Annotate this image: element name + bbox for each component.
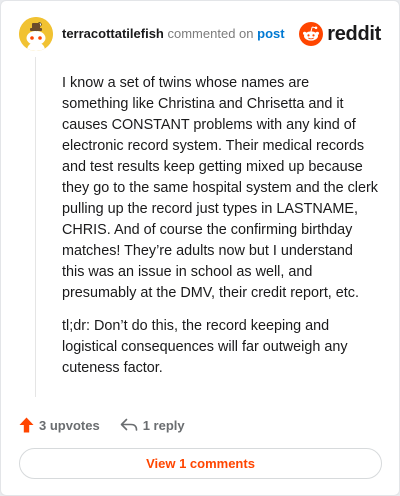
- comment-meta: terracottatilefish commented on post: [62, 26, 285, 41]
- upvote-button[interactable]: 3 upvotes: [19, 417, 100, 433]
- reddit-logo[interactable]: reddit: [299, 21, 381, 47]
- brand-name: reddit: [327, 22, 381, 45]
- action-text: commented on: [167, 26, 254, 41]
- upvote-arrow-icon: [19, 417, 34, 433]
- reply-count: 1 reply: [142, 417, 185, 433]
- comment-actions: 3 upvotes 1 reply: [19, 414, 185, 436]
- comment-paragraph: tl;dr: Don’t do this, the record keeping…: [62, 318, 348, 376]
- reply-arrow-icon: [120, 418, 137, 431]
- upvote-count: 3 upvotes: [39, 417, 100, 433]
- reddit-logo-icon: [299, 22, 324, 46]
- snoo-avatar-icon[interactable]: [19, 17, 53, 51]
- reply-button[interactable]: 1 reply: [120, 418, 185, 433]
- comment-paragraph: I know a set of twins whose names are so…: [62, 75, 378, 301]
- comment-header: terracottatilefish commented on post red…: [19, 17, 381, 53]
- author-name[interactable]: terracottatilefish: [62, 26, 164, 41]
- thread-line[interactable]: [35, 57, 36, 397]
- comment-body: I know a set of twins whose names are so…: [62, 73, 378, 391]
- comment-card: terracottatilefish commented on post red…: [0, 0, 400, 496]
- view-comments-button[interactable]: View 1 comments: [19, 448, 382, 479]
- post-link[interactable]: post: [257, 26, 284, 41]
